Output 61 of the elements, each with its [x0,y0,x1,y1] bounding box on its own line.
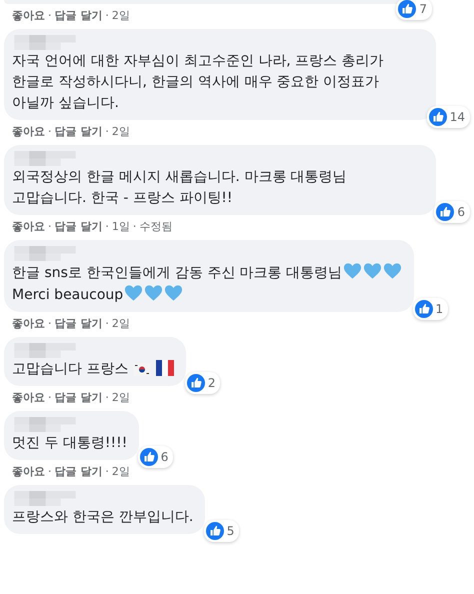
action-link[interactable]: 좋아요 [12,390,45,405]
separator-dot: · [48,465,52,478]
edited-label: 수정됨 [139,219,172,234]
like-icon [206,522,224,540]
action-link[interactable]: 답글 달기 [54,8,102,23]
heart-icon [124,284,144,302]
action-link[interactable]: 답글 달기 [54,316,102,331]
reaction-count[interactable]: 5 [204,520,240,542]
separator-dot: · [105,317,109,330]
like-icon [436,203,454,221]
comment-text: 고맙습니다 프랑스 [12,361,128,377]
separator-dot: · [105,391,109,404]
separator-dot: · [48,9,52,22]
timestamp[interactable]: 2일 [112,390,130,405]
flag-icon [133,363,152,376]
separator-dot: · [48,125,52,138]
action-link[interactable]: 좋아요 [12,464,45,479]
heart-icon [363,262,382,280]
separator-dot: · [132,220,136,233]
like-icon [186,374,205,392]
heart-icon [383,262,402,280]
heart-icon [343,262,362,280]
action-link[interactable]: 좋아요 [12,8,45,23]
action-link[interactable]: 답글 달기 [54,219,102,234]
reaction-count[interactable]: 1 [412,298,448,320]
action-link[interactable]: 좋아요 [12,316,45,331]
action-link[interactable]: 답글 달기 [54,124,102,139]
comment-text: 프랑스와 한국은 깐부입니다. [12,509,194,525]
heart-icon [144,284,164,302]
reaction-count[interactable]: 6 [434,201,470,223]
reaction-count[interactable]: 2 [184,372,220,394]
like-icon [414,300,433,318]
separator-dot: · [105,125,109,138]
separator-dot: · [48,220,52,233]
action-link[interactable]: 좋아요 [12,124,45,139]
separator-dot: · [48,317,52,330]
separator-dot: · [105,465,109,478]
separator-dot: · [105,220,109,233]
timestamp[interactable]: 1일 [112,219,130,234]
reaction-count[interactable]: 6 [138,446,174,468]
comment-text: 한글 sns로 한국인들에게 감동 주신 마크롱 대통령님 [12,265,342,281]
action-link[interactable]: 답글 달기 [54,464,102,479]
reaction-count[interactable]: 14 [426,106,470,128]
separator-dot: · [105,9,109,22]
like-icon [398,0,416,18]
action-link[interactable]: 좋아요 [12,219,45,234]
action-link[interactable]: 답글 달기 [54,390,102,405]
comment-text: 외국정상의 한글 메시지 새롭습니다. 마크롱 대통령님 고맙습니다. 한국 - 프랑스 파이팅!! [12,169,347,206]
heart-icon [164,284,184,302]
comment-text: 자국 언어에 대한 자부심이 최고수준인 나라, 프랑스 총리가 한글로 작성하시다니, 한글의 역사에 매우 중요한 이정표가 아닐까 싶습니다. [12,53,384,111]
timestamp[interactable]: 2일 [112,124,130,139]
timestamp[interactable]: 2일 [112,316,130,331]
separator-dot: · [48,391,52,404]
comment-text: Merci beaucoup [12,287,124,303]
flag-icon [156,360,174,376]
reaction-count[interactable]: 7 [396,0,432,20]
like-icon [428,108,447,126]
timestamp[interactable]: 2일 [112,8,130,23]
like-icon [140,448,158,466]
comment-text: 멋진 두 대통령!!!! [12,435,128,451]
timestamp[interactable]: 2일 [112,464,130,479]
